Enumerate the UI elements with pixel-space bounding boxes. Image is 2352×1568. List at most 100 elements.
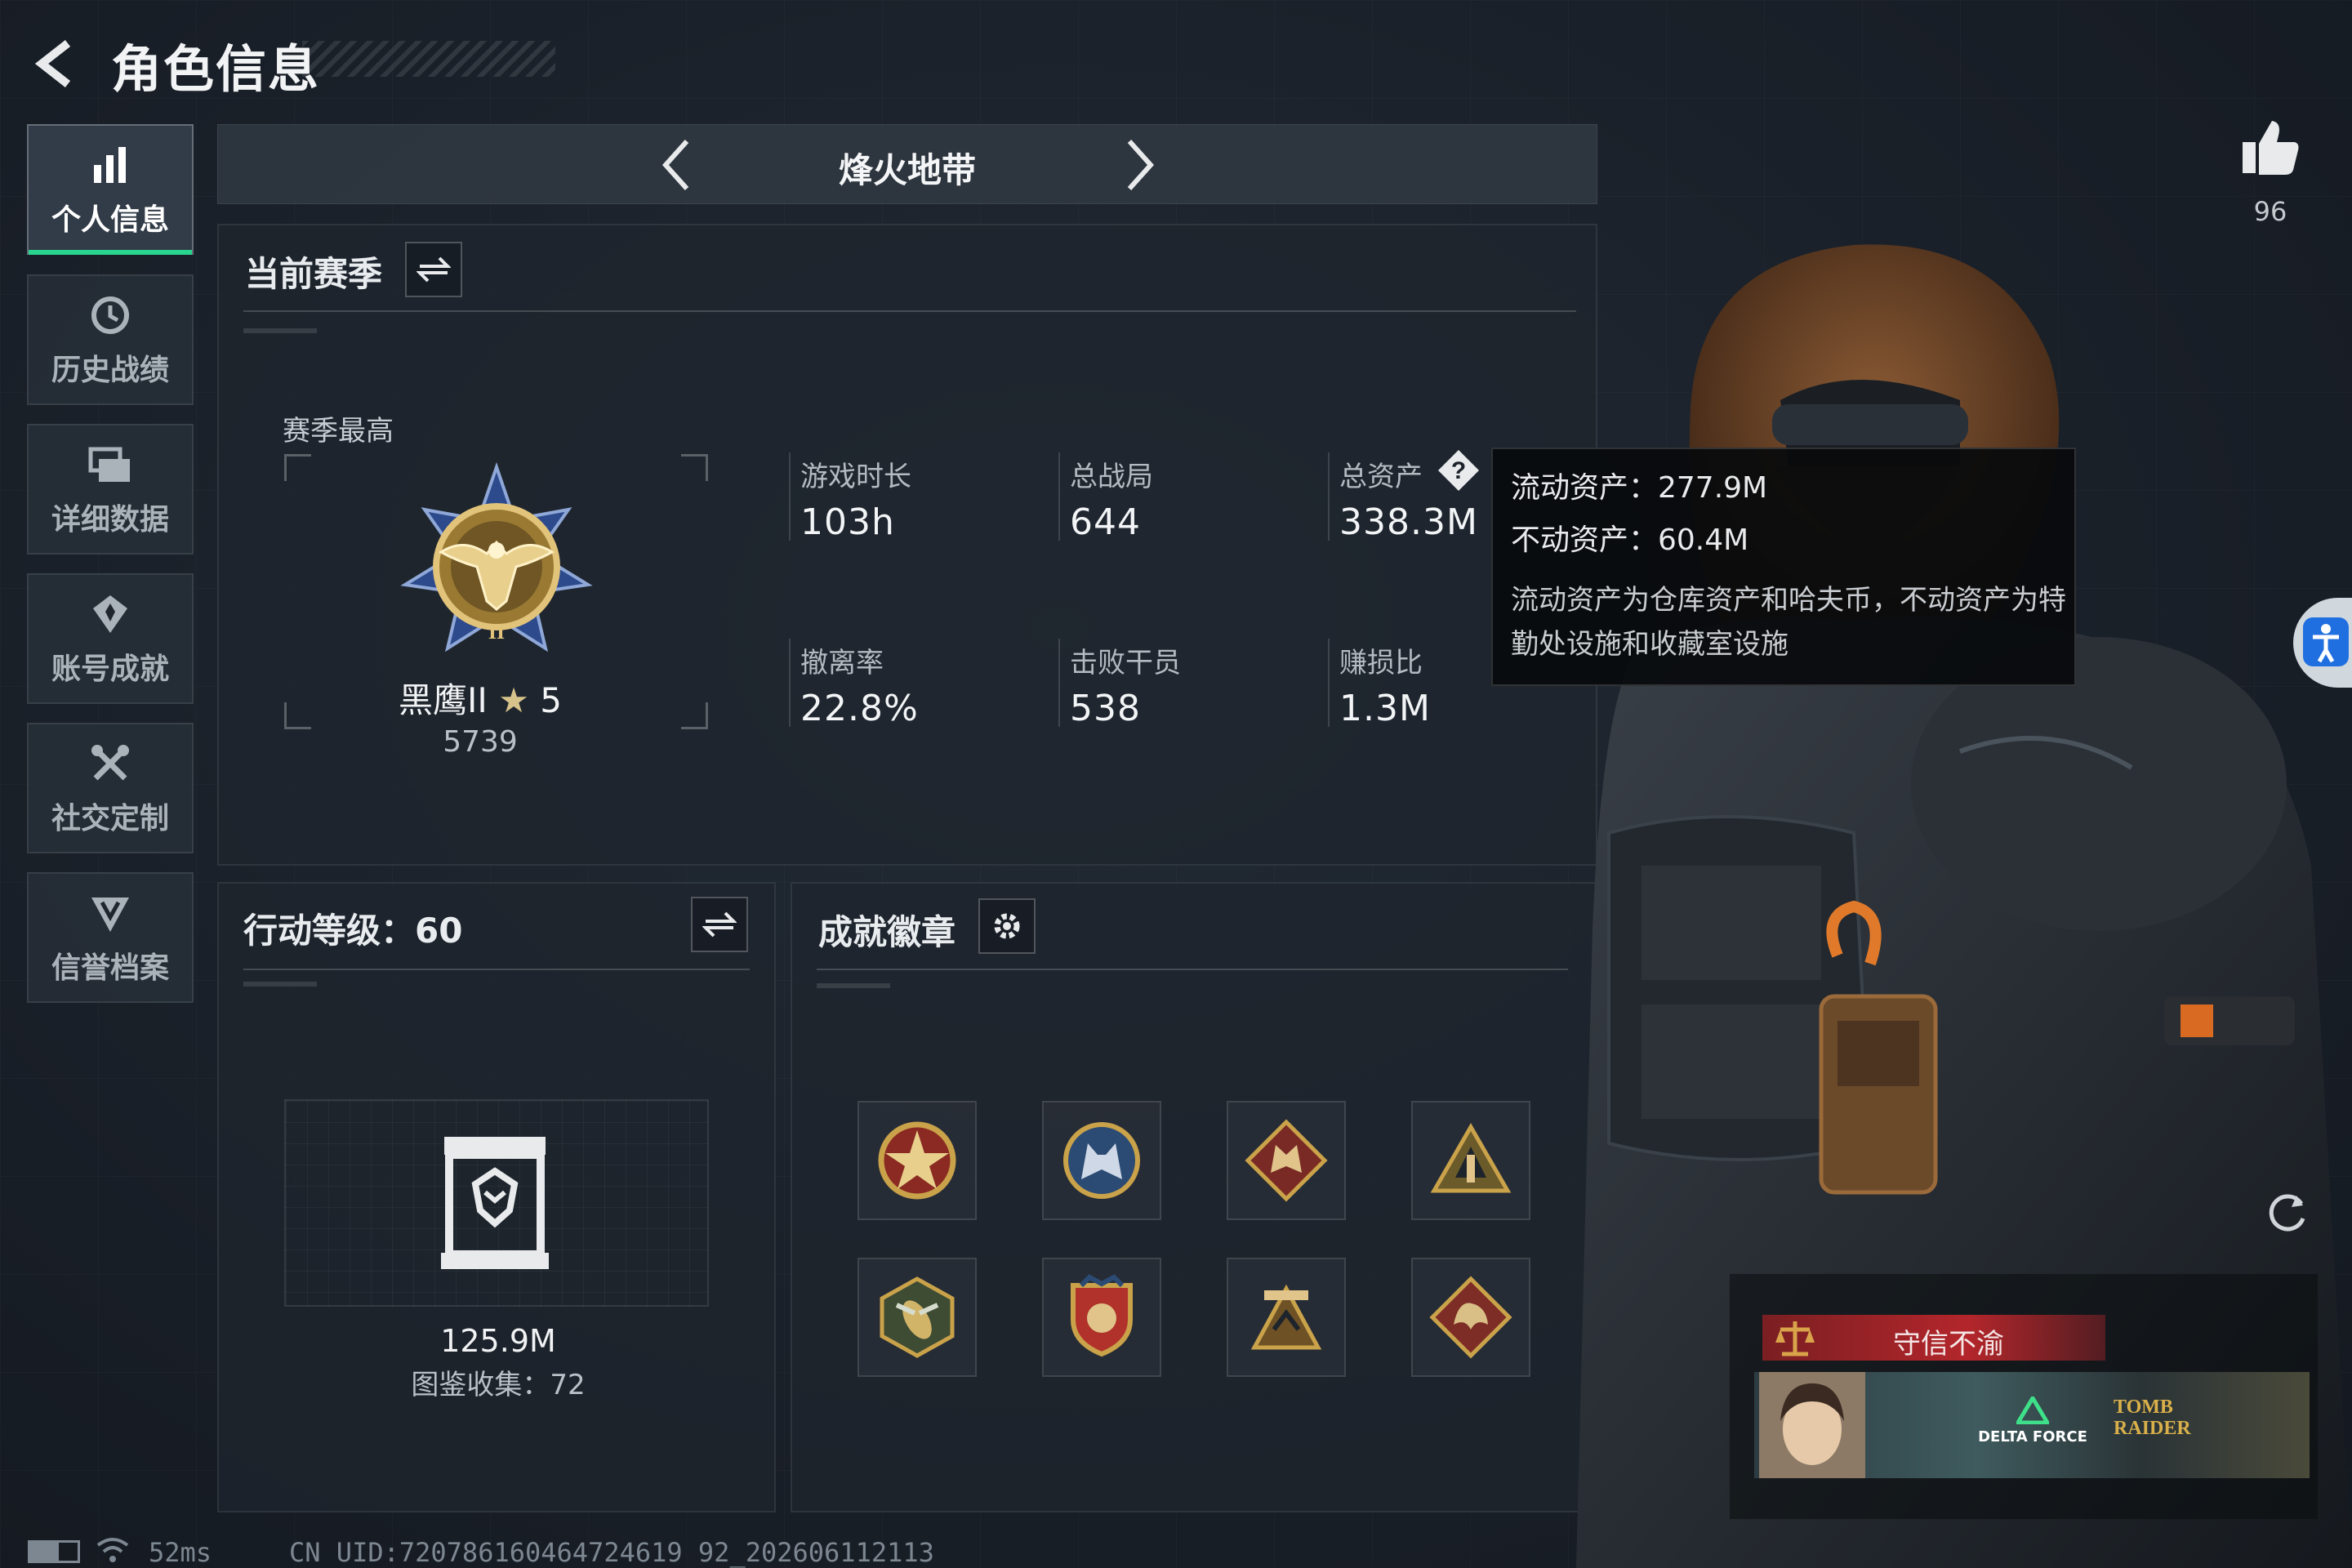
sidebar-item-achievements[interactable]: 账号成就 xyxy=(27,573,194,704)
stat-playtime-label: 游戏时长 xyxy=(800,461,911,493)
accessibility-icon xyxy=(2303,617,2349,666)
achievements-title: 成就徽章 xyxy=(818,912,956,952)
sidebar-item-label: 历史战绩 xyxy=(51,354,169,387)
stat-assets-label: 总资产 xyxy=(1339,461,1423,493)
banner-right-text: TOMB RAIDER xyxy=(2114,1396,2191,1439)
mode-name: 烽火地带 xyxy=(838,150,976,190)
display-case-icon xyxy=(438,1134,552,1276)
sidebar-item-label: 账号成就 xyxy=(51,653,169,686)
mode-selector: 烽火地带 xyxy=(217,124,1597,204)
stat-extract-label: 撤离率 xyxy=(800,647,884,679)
back-arrow-icon xyxy=(34,40,71,87)
profile-card[interactable]: 守信不渝 DELTA FORCE TOMB RAIDER xyxy=(1730,1274,2318,1519)
chevron-right-icon xyxy=(1127,139,1155,191)
action-level-switch-button[interactable] xyxy=(691,897,748,952)
achievements-settings-button[interactable] xyxy=(978,898,1036,954)
frame-corner xyxy=(681,702,708,729)
sidebar-item-credit[interactable]: 信誉档案 xyxy=(27,872,194,1003)
avatar xyxy=(1759,1372,1865,1478)
stat-profit-value: 1.3M xyxy=(1339,688,1431,729)
rank-stars: 5 xyxy=(540,680,562,720)
tooltip-fixed-assets: 不动资产：60.4M xyxy=(1511,523,1749,557)
collection-count: 图鉴收集：72 xyxy=(411,1369,586,1401)
action-level-divider xyxy=(243,969,750,970)
assets-info-button[interactable]: ? xyxy=(1436,448,1481,497)
sidebar-item-personal-info[interactable]: 个人信息 xyxy=(27,124,194,255)
folder-icon xyxy=(86,440,135,489)
svg-text:II: II xyxy=(488,620,505,644)
stat-separator xyxy=(1328,452,1330,541)
help-diamond-icon: ? xyxy=(1438,450,1479,491)
wasp-hex-icon[interactable] xyxy=(858,1258,977,1377)
back-button[interactable] xyxy=(24,31,90,96)
achievements-divider xyxy=(817,969,1568,970)
bar-chart-icon xyxy=(86,140,135,189)
star-medal-icon[interactable] xyxy=(858,1101,977,1220)
scale-icon xyxy=(1774,1318,1816,1359)
beast-diamond-icon[interactable] xyxy=(1227,1101,1346,1220)
season-panel: 当前赛季 赛季最高 II 黑鹰II ★ 5 5739 游戏时长 103h 总战局… xyxy=(217,224,1597,866)
collection-display[interactable] xyxy=(284,1099,709,1307)
season-switch-button[interactable] xyxy=(405,242,462,297)
season-decoration xyxy=(243,328,317,333)
action-level-title: 行动等级：60 xyxy=(243,911,463,951)
profile-banner: DELTA FORCE TOMB RAIDER xyxy=(1754,1372,2310,1478)
sidebar-item-social[interactable]: 社交定制 xyxy=(27,723,194,853)
stat-separator xyxy=(789,452,791,541)
pyramid-badge-icon[interactable] xyxy=(1411,1101,1530,1220)
swap-icon xyxy=(416,256,451,283)
tooltip-description: 流动资产为仓库资产和哈夫币，不动资产为特勤处设施和收藏室设施 xyxy=(1511,584,2066,661)
stat-matches-label: 总战局 xyxy=(1070,461,1153,493)
dragon-diamond-icon[interactable] xyxy=(1411,1258,1530,1377)
like-count: 96 xyxy=(2253,196,2287,227)
sidebar-item-history[interactable]: 历史战绩 xyxy=(27,274,194,405)
assets-tooltip: 流动资产：277.9M 不动资产：60.4M 流动资产为仓库资产和哈夫币，不动资… xyxy=(1491,448,2076,686)
rank-points: 5739 xyxy=(443,725,518,759)
achievements-decoration xyxy=(817,983,890,988)
stat-separator xyxy=(1058,452,1060,541)
shield-icon xyxy=(86,889,135,938)
collection-value: 125.9M xyxy=(440,1323,556,1359)
rank-emblem-icon: II xyxy=(382,461,611,675)
star-icon: ★ xyxy=(498,680,529,720)
sidebar-item-label: 个人信息 xyxy=(51,203,169,237)
mode-next-button[interactable] xyxy=(1108,136,1165,194)
stat-assets-value: 338.3M xyxy=(1339,501,1478,543)
banner-left-text: DELTA FORCE xyxy=(1978,1428,2087,1446)
action-level-panel: 行动等级：60 125.9M 图鉴收集：72 xyxy=(217,882,776,1512)
thumbs-up-icon xyxy=(2243,121,2299,175)
stat-profit-label: 赚损比 xyxy=(1339,647,1423,679)
sidebar-item-label: 详细数据 xyxy=(51,503,169,537)
refresh-icon xyxy=(2269,1194,2305,1232)
stat-extract-value: 22.8% xyxy=(800,688,919,729)
achievements-panel: 成就徽章 xyxy=(791,882,1597,1512)
stat-kills-label: 击败干员 xyxy=(1070,647,1181,679)
rank-line: 黑鹰II ★ 5 xyxy=(292,673,668,723)
swap-icon xyxy=(702,911,737,938)
stat-separator xyxy=(1058,639,1060,727)
battery-icon xyxy=(28,1540,80,1563)
delta-logo-icon xyxy=(2014,1394,2051,1425)
stat-kills-value: 538 xyxy=(1070,688,1141,729)
stat-separator xyxy=(789,639,791,727)
action-level-decoration xyxy=(243,982,317,987)
profile-tag: 守信不渝 xyxy=(1893,1328,2004,1361)
history-icon xyxy=(86,291,135,340)
sidebar-item-details[interactable]: 详细数据 xyxy=(27,424,194,555)
rotate-button[interactable] xyxy=(2264,1187,2313,1236)
season-title: 当前赛季 xyxy=(245,254,383,294)
stat-separator xyxy=(1328,639,1330,727)
eagle-tower-icon[interactable] xyxy=(1227,1258,1346,1377)
sidebar-item-label: 信誉档案 xyxy=(51,951,169,985)
like-button[interactable] xyxy=(2238,114,2303,188)
frame-corner xyxy=(681,454,708,481)
crest-shield-icon[interactable] xyxy=(1042,1258,1161,1377)
sidebar-item-label: 社交定制 xyxy=(51,802,169,835)
wolf-emblem-icon[interactable] xyxy=(1042,1101,1161,1220)
rank-name: 黑鹰II xyxy=(399,680,488,720)
tools-icon xyxy=(86,739,135,788)
season-best-label: 赛季最高 xyxy=(283,415,394,448)
svg-text:?: ? xyxy=(1451,457,1466,484)
page-title: 角色信息 xyxy=(111,39,321,99)
season-divider xyxy=(243,310,1576,312)
